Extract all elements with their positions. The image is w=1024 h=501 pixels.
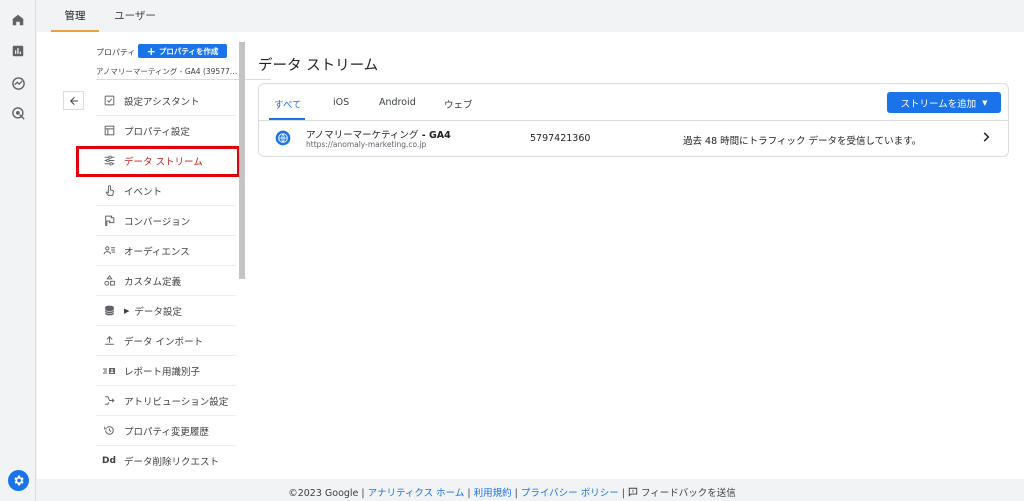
menu-item-events[interactable]: イベント xyxy=(96,176,236,206)
separator: | xyxy=(511,488,521,499)
back-button[interactable] xyxy=(63,91,84,110)
page-title: データ ストリーム xyxy=(258,58,379,74)
copyright: ©2023 Google | xyxy=(288,488,368,499)
left-nav-rail xyxy=(0,0,36,501)
menu-label: カスタム定義 xyxy=(124,276,182,288)
expand-arrow-icon: ▶ xyxy=(124,306,130,315)
identity-icon xyxy=(100,362,118,380)
upload-icon xyxy=(100,332,118,350)
create-property-button[interactable]: + プロパティを作成 xyxy=(138,44,227,58)
property-label: プロパティ xyxy=(96,48,136,57)
menu-label: コンバージョン xyxy=(124,216,191,228)
advertising-icon[interactable] xyxy=(9,104,27,122)
menu-label: データ設定 xyxy=(134,306,182,318)
dd-icon: Dd xyxy=(102,456,116,466)
history-icon xyxy=(100,422,118,440)
menu-item-data-settings[interactable]: ▶ データ設定 xyxy=(96,296,236,326)
stream-status: 過去 48 時間にトラフィック データを受信しています。 xyxy=(683,136,922,147)
create-property-label: プロパティを作成 xyxy=(158,46,219,56)
menu-item-conversions[interactable]: コンバージョン xyxy=(96,206,236,236)
tab-all[interactable]: すべて xyxy=(274,97,301,111)
audience-icon xyxy=(100,242,118,260)
feedback-label: フィードバックを送信 xyxy=(637,488,736,499)
menu-item-data-deletion[interactable]: Dd データ削除リクエスト xyxy=(96,446,236,476)
streams-card: すべて iOS Android ウェブ ストリームを追加 ▼ アノマリーマーケテ… xyxy=(258,83,1009,157)
menu-item-audiences[interactable]: オーディエンス xyxy=(96,236,236,266)
menu-item-change-history[interactable]: プロパティ変更履歴 xyxy=(96,416,236,446)
add-stream-label: ストリームを追加 xyxy=(900,98,977,110)
terms-link[interactable]: 利用規約 xyxy=(474,488,512,499)
flag-icon xyxy=(100,212,118,230)
separator: | xyxy=(464,488,474,499)
highlight-box xyxy=(76,146,240,177)
globe-icon xyxy=(275,130,291,146)
menu-item-property-settings[interactable]: プロパティ設定 xyxy=(96,116,236,146)
stream-name: アノマリーマーケティング - GA4 xyxy=(306,127,451,141)
tab-android[interactable]: Android xyxy=(379,97,416,108)
menu-label: オーディエンス xyxy=(124,246,190,258)
add-stream-button[interactable]: ストリームを追加 ▼ xyxy=(887,92,1001,113)
touch-icon xyxy=(100,182,118,200)
privacy-policy-link[interactable]: プライバシー ポリシー xyxy=(521,488,619,499)
menu-item-data-import[interactable]: データ インポート xyxy=(96,326,236,356)
menu-label: 設定アシスタント xyxy=(124,96,200,108)
reports-icon[interactable] xyxy=(9,42,27,60)
separator: | xyxy=(618,488,628,499)
menu-item-reporting-identity[interactable]: レポート用識別子 xyxy=(96,356,236,386)
menu-label: データ削除リクエスト xyxy=(124,457,220,468)
menu-label: アトリビューション設定 xyxy=(124,396,229,408)
tab-admin[interactable]: 管理 xyxy=(51,0,99,32)
arrow-back-icon xyxy=(69,96,78,105)
property-settings-icon xyxy=(100,122,118,140)
tab-web[interactable]: ウェブ xyxy=(444,97,473,111)
menu-label: プロパティ変更履歴 xyxy=(124,426,209,438)
divider xyxy=(259,120,1008,121)
menu-label: プロパティ設定 xyxy=(124,126,190,138)
dropdown-arrow-icon: ▼ xyxy=(982,98,988,107)
tab-users[interactable]: ユーザー xyxy=(107,0,163,32)
property-selector[interactable]: アノマリーマーティング - GA4 (39577… xyxy=(96,66,246,77)
shapes-icon xyxy=(100,272,118,290)
footer: ©2023 Google | アナリティクス ホーム | 利用規約 | プライバ… xyxy=(0,485,1024,499)
feedback-icon xyxy=(628,487,638,497)
database-icon xyxy=(100,302,118,320)
feedback-link[interactable]: フィードバックを送信 xyxy=(628,487,736,499)
menu-label: データ インポート xyxy=(124,336,204,348)
home-icon[interactable] xyxy=(9,11,27,29)
scrollbar[interactable] xyxy=(239,42,245,279)
menu-item-attribution-settings[interactable]: アトリビューション設定 xyxy=(96,386,236,416)
checklist-icon xyxy=(100,92,118,110)
stream-id: 5797421360 xyxy=(530,133,591,144)
menu-label: イベント xyxy=(124,186,163,198)
admin-content: プロパティ + プロパティを作成 アノマリーマーティング - GA4 (3957… xyxy=(37,32,1024,479)
plus-icon: + xyxy=(146,44,156,58)
tab-ios[interactable]: iOS xyxy=(333,97,349,108)
explore-icon[interactable] xyxy=(9,74,27,92)
chevron-right-icon[interactable] xyxy=(979,130,993,144)
menu-item-custom-definitions[interactable]: カスタム定義 xyxy=(96,266,236,296)
menu-item-setup-assistant[interactable]: 設定アシスタント xyxy=(96,86,236,116)
analytics-home-link[interactable]: アナリティクス ホーム xyxy=(368,488,465,499)
admin-tab-bar: 管理 ユーザー xyxy=(37,0,1024,32)
menu-label: レポート用識別子 xyxy=(124,366,201,378)
stream-url: https://anomaly-marketing.co.jp xyxy=(306,140,427,149)
attribution-icon xyxy=(100,392,118,410)
